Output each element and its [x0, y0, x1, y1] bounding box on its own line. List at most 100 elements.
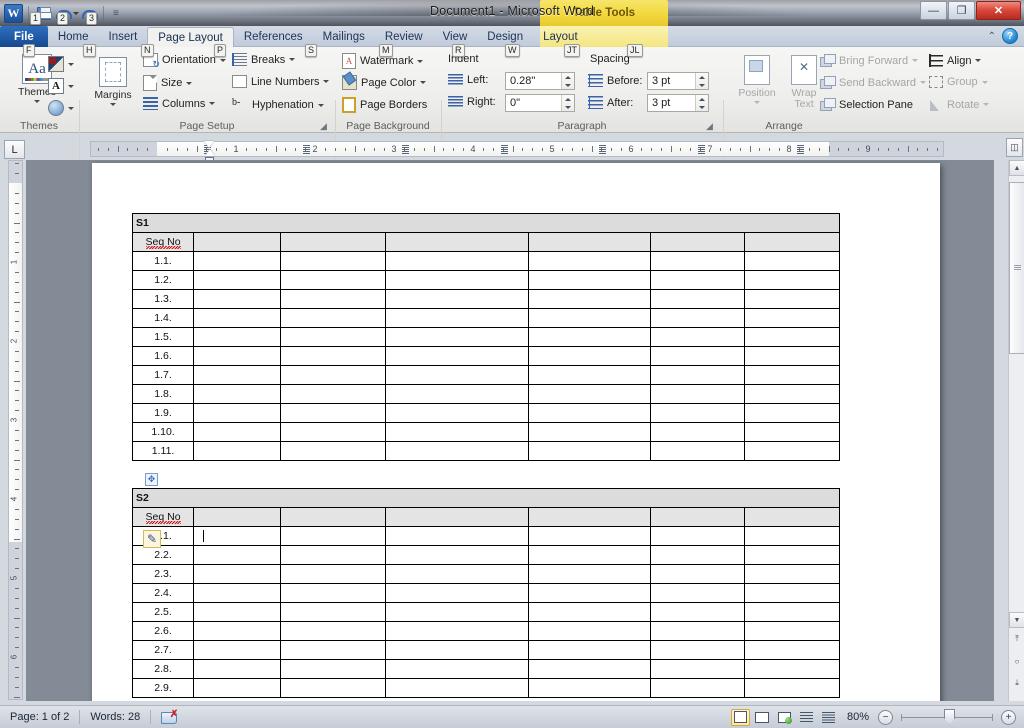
- table-cell[interactable]: [279, 602, 387, 622]
- tab-insert[interactable]: Insert: [99, 27, 148, 47]
- ruler-tab-stop[interactable]: [698, 145, 706, 154]
- table-cell[interactable]: [279, 526, 387, 546]
- size-button[interactable]: Size: [143, 75, 193, 91]
- scroll-down-button[interactable]: ▼: [1009, 612, 1024, 628]
- table-cell-seq[interactable]: 1.2.: [131, 270, 195, 290]
- breaks-button[interactable]: Breaks: [232, 53, 296, 66]
- table-cell[interactable]: [193, 621, 281, 641]
- theme-colors-button[interactable]: [48, 56, 74, 72]
- close-button[interactable]: ✕: [976, 1, 1021, 20]
- page-indicator[interactable]: Page: 1 of 2: [0, 711, 79, 723]
- line-numbers-button[interactable]: Line Numbers: [232, 75, 330, 88]
- table-header-cell-seq-no[interactable]: Seq No: [131, 232, 195, 252]
- table-cell[interactable]: [193, 564, 281, 584]
- table-cell[interactable]: [385, 403, 529, 423]
- table-header-cell[interactable]: [193, 507, 281, 527]
- table-cell[interactable]: [744, 659, 840, 679]
- align-button[interactable]: Align: [929, 54, 982, 67]
- customize-qat-button[interactable]: ≡: [113, 8, 119, 19]
- table-header-cell-seq-no[interactable]: Seq No: [131, 507, 195, 527]
- first-line-indent-marker[interactable]: [204, 141, 214, 148]
- table-header-cell[interactable]: [385, 232, 529, 252]
- table-cell[interactable]: [649, 621, 746, 641]
- table-cell[interactable]: [279, 545, 387, 565]
- table-cell-seq[interactable]: 1.8.: [131, 384, 195, 404]
- table-cell[interactable]: [744, 441, 840, 461]
- table-row[interactable]: 1.6.: [131, 346, 840, 366]
- table-cell-seq[interactable]: 2.9.: [131, 678, 195, 698]
- table-cell-seq[interactable]: 1.1.: [131, 251, 195, 271]
- table-cell[interactable]: [649, 422, 746, 442]
- table-cell[interactable]: [527, 640, 651, 660]
- table-cell[interactable]: [527, 545, 651, 565]
- table-cell[interactable]: [744, 583, 840, 603]
- spacing-after-input[interactable]: 3 pt: [647, 94, 709, 112]
- table-cell[interactable]: [649, 602, 746, 622]
- table-header-cell[interactable]: [744, 507, 840, 527]
- table-cell[interactable]: [193, 422, 281, 442]
- table-cell-seq[interactable]: 2.8.: [131, 659, 195, 679]
- table-cell[interactable]: [385, 659, 529, 679]
- theme-fonts-dropdown-icon[interactable]: [68, 84, 74, 88]
- table-row[interactable]: 2.5.: [131, 602, 840, 622]
- position-button[interactable]: Position: [730, 55, 784, 104]
- table-cell-seq[interactable]: 2.2.: [131, 545, 195, 565]
- hyphenation-button[interactable]: b‑ Hyphenation: [232, 97, 324, 113]
- table-row[interactable]: 1.4.: [131, 308, 840, 328]
- table-cell[interactable]: [527, 678, 651, 698]
- table-cell[interactable]: [385, 602, 529, 622]
- ruler-tab-stop[interactable]: [599, 145, 607, 154]
- page-color-dropdown-icon[interactable]: [420, 81, 427, 84]
- table-cell[interactable]: [744, 564, 840, 584]
- paste-options-smart-tag[interactable]: ✎: [143, 530, 161, 548]
- view-print-layout-button[interactable]: [730, 708, 750, 726]
- table-header-cell[interactable]: [649, 232, 746, 252]
- size-dropdown-icon[interactable]: [186, 81, 193, 85]
- table-cell-seq[interactable]: 2.3.: [131, 564, 195, 584]
- table-cell[interactable]: [193, 251, 281, 271]
- table-row[interactable]: 2.6.: [131, 621, 840, 641]
- align-dropdown-icon[interactable]: [975, 59, 982, 62]
- table-cell[interactable]: [193, 384, 281, 404]
- table-row[interactable]: 1.11.: [131, 441, 840, 461]
- table-cell[interactable]: [744, 365, 840, 385]
- table-cell[interactable]: [193, 346, 281, 366]
- table-header-cell[interactable]: [744, 232, 840, 252]
- stepper-down-icon[interactable]: [699, 105, 705, 109]
- table-cell-seq[interactable]: 1.9.: [131, 403, 195, 423]
- table-cell[interactable]: [385, 526, 529, 546]
- table-cell[interactable]: [193, 678, 281, 698]
- group-button[interactable]: Group: [929, 76, 988, 88]
- table-cell[interactable]: [649, 289, 746, 309]
- table-cell-seq[interactable]: 1.5.: [131, 327, 195, 347]
- table-cell[interactable]: [649, 640, 746, 660]
- columns-dropdown-icon[interactable]: [209, 102, 216, 105]
- table-cell[interactable]: [649, 564, 746, 584]
- document-canvas[interactable]: S1 Seq No 1.1. 1.2. 1.3. 1.4. 1.5. 1.6. 1.7. 1.8.…: [26, 160, 994, 701]
- table-cell[interactable]: [649, 678, 746, 698]
- hanging-indent-marker[interactable]: [205, 149, 215, 156]
- table-cell[interactable]: [279, 583, 387, 603]
- table-cell[interactable]: [649, 346, 746, 366]
- table-cell[interactable]: [193, 640, 281, 660]
- spacing-before-input[interactable]: 3 pt: [647, 72, 709, 90]
- rotate-dropdown-icon[interactable]: [983, 103, 990, 106]
- table-cell[interactable]: [527, 659, 651, 679]
- table-cell[interactable]: [744, 251, 840, 271]
- theme-colors-dropdown-icon[interactable]: [68, 62, 74, 66]
- spacing-after-stepper[interactable]: [695, 95, 708, 111]
- table-row[interactable]: 2.8.: [131, 659, 840, 679]
- table-cell[interactable]: [193, 308, 281, 328]
- select-browse-object-button[interactable]: ○: [1010, 654, 1024, 668]
- table-row[interactable]: 1.5.: [131, 327, 840, 347]
- page-color-button[interactable]: Page Color: [342, 75, 427, 90]
- table-s1[interactable]: S1 Seq No 1.1. 1.2. 1.3. 1.4. 1.5. 1.6. 1.7. 1.8.…: [131, 213, 840, 461]
- table-row[interactable]: Seq No: [131, 232, 840, 252]
- breaks-dropdown-icon[interactable]: [289, 58, 296, 61]
- table-cell[interactable]: [279, 621, 387, 641]
- table-cell[interactable]: [193, 602, 281, 622]
- position-dropdown-icon[interactable]: [754, 101, 760, 104]
- table-cell[interactable]: [193, 403, 281, 423]
- table-cell[interactable]: [279, 640, 387, 660]
- document-page[interactable]: S1 Seq No 1.1. 1.2. 1.3. 1.4. 1.5. 1.6. 1.7. 1.8.…: [92, 163, 940, 701]
